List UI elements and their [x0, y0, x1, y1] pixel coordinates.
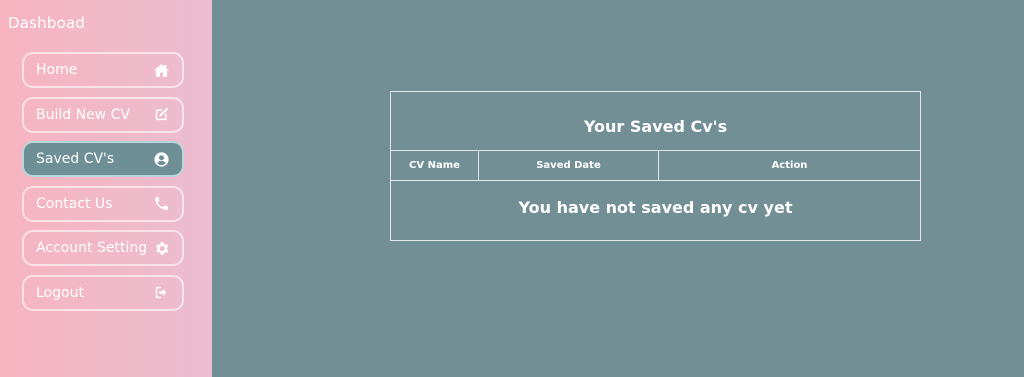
sidebar: Dashboad Home Build New CV Saved CV's Co… — [0, 0, 212, 377]
sidebar-item-account-setting[interactable]: Account Setting — [22, 230, 184, 266]
sidebar-item-logout[interactable]: Logout — [22, 274, 184, 311]
saved-cvs-table: Your Saved Cv's CV Name Saved Date Actio… — [390, 91, 921, 241]
sidebar-item-build-new-cv[interactable]: Build New CV — [22, 96, 184, 133]
brand-title: Dashboad — [8, 14, 86, 32]
table-title: Your Saved Cv's — [391, 92, 920, 151]
sign-out-icon — [152, 284, 170, 302]
gear-icon — [152, 239, 170, 257]
column-header-cv-name: CV Name — [391, 151, 479, 180]
user-circle-icon — [152, 150, 170, 168]
sidebar-nav: Home Build New CV Saved CV's Contact Us — [22, 52, 184, 319]
sidebar-item-saved-cvs[interactable]: Saved CV's — [22, 141, 184, 177]
column-header-action: Action — [771, 160, 808, 171]
sidebar-item-contact-us[interactable]: Contact Us — [22, 185, 184, 222]
sidebar-item-label: Contact Us — [36, 195, 113, 212]
sidebar-item-label: Account Setting — [36, 240, 148, 256]
edit-icon — [152, 106, 170, 124]
sidebar-item-label: Build New CV — [36, 106, 130, 123]
sidebar-item-label: Logout — [36, 284, 84, 301]
home-icon — [152, 61, 170, 79]
table-header-row: CV Name Saved Date Action — [391, 151, 920, 181]
column-header-saved-date: Saved Date — [479, 151, 659, 180]
empty-state-message: You have not saved any cv yet — [518, 198, 793, 217]
sidebar-item-label: Saved CV's — [36, 151, 115, 167]
sidebar-item-label: Home — [36, 62, 78, 78]
sidebar-item-home[interactable]: Home — [22, 52, 184, 88]
phone-icon — [152, 195, 170, 213]
